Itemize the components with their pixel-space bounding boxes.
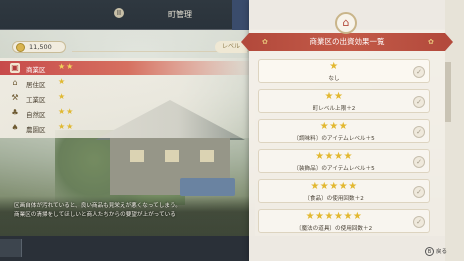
- effect-text: 〔魔法の道具〕の使用回数＋2: [295, 226, 373, 232]
- effect-text: 〔装飾品〕のアイテムレベル＋5: [293, 166, 375, 172]
- deco-flower-icon: ✿: [262, 38, 268, 46]
- check-icon: ✓: [413, 66, 425, 78]
- star-rating: ★★★★★: [310, 181, 358, 192]
- district-name: 工業区: [26, 96, 46, 104]
- house-icon: ⌂: [12, 78, 18, 87]
- star-rating: ★★★: [319, 121, 349, 132]
- effect-option[interactable]: ★★★ 〔調味料〕のアイテムレベル＋5 ✓: [258, 119, 430, 143]
- effect-text: 〔食品〕の使用回数＋2: [304, 196, 364, 202]
- shop-icon: ⌂: [335, 12, 357, 34]
- district-item-industrial[interactable]: ⚒ 工業区 ★: [0, 91, 255, 105]
- star-rating: ★★★★: [315, 151, 353, 162]
- back-label: 戻る: [436, 249, 448, 255]
- district-list: ▣ 商業区 ★★ ⌂ 居住区 ★ ⚒ 工業区 ★ ♣ 自然区 ★★ ♠ 農園区 …: [0, 58, 255, 138]
- district-name: 農園区: [26, 126, 46, 134]
- description-line: 商業区の清掃をしてほしいと商人たちからの要望が上がっている: [14, 212, 176, 218]
- star-rating: ★: [329, 61, 339, 72]
- leaf-icon: ♣: [11, 108, 19, 117]
- sprout-icon: ♠: [11, 123, 19, 132]
- star-rating: ★★★★★★: [305, 211, 363, 222]
- effect-text: なし: [328, 76, 340, 82]
- effect-option[interactable]: ★ なし ✓: [258, 59, 430, 83]
- bottom-chip: [0, 239, 22, 257]
- hammer-icon: ⚒: [11, 93, 19, 102]
- check-icon: ✓: [413, 186, 425, 198]
- check-icon: ✓: [413, 126, 425, 138]
- district-stars: ★: [58, 92, 67, 101]
- description-line: 区画自体が汚れていると、良い商品も見栄えが悪くなってしまう。: [14, 203, 181, 209]
- back-button[interactable]: B 戻る: [425, 247, 447, 256]
- deco-flower-icon: ✿: [428, 38, 434, 46]
- star-rating: ★★: [324, 91, 344, 102]
- coin-icon: [16, 43, 25, 52]
- effect-option[interactable]: ★★★★★★ 〔魔法の道具〕の使用回数＋2 ✓: [258, 209, 430, 233]
- check-icon: ✓: [413, 96, 425, 108]
- effect-option[interactable]: ★★ 町レベル上限＋2 ✓: [258, 89, 430, 113]
- district-item-commercial[interactable]: ▣ 商業区 ★★: [0, 61, 255, 75]
- popup-title: 商業区の出資効果一覧: [241, 33, 453, 51]
- check-icon: ✓: [413, 156, 425, 168]
- district-item-nature[interactable]: ♣ 自然区 ★★: [0, 106, 255, 120]
- effect-text: 町レベル上限＋2: [312, 106, 356, 112]
- district-name: 商業区: [26, 66, 46, 74]
- district-item-farm[interactable]: ♠ 農園区 ★★: [0, 121, 255, 135]
- shop-icon: ▣: [10, 63, 20, 73]
- page-title: 町管理: [168, 10, 192, 19]
- tab-bumper-icon: II: [114, 8, 124, 18]
- check-icon: ✓: [413, 216, 425, 228]
- district-description: 区画自体が汚れていると、良い商品も見栄えが悪くなってしまう。 商業区の清掃をして…: [14, 202, 250, 228]
- b-button-icon: B: [425, 247, 434, 256]
- tab-strip-blue: [232, 0, 250, 30]
- money-display: 11,500: [12, 41, 66, 53]
- effect-option[interactable]: ★★★★★ 〔食品〕の使用回数＋2 ✓: [258, 179, 430, 203]
- money-value: 11,500: [29, 43, 52, 51]
- district-stars: ★★: [58, 107, 75, 116]
- district-name: 居住区: [26, 81, 46, 89]
- district-item-residential[interactable]: ⌂ 居住区 ★: [0, 76, 255, 90]
- district-stars: ★: [58, 77, 67, 86]
- district-name: 自然区: [26, 111, 46, 119]
- effect-text: 〔調味料〕のアイテムレベル＋5: [293, 136, 375, 142]
- effect-option[interactable]: ★★★★ 〔装飾品〕のアイテムレベル＋5 ✓: [258, 149, 430, 173]
- district-stars: ★★: [58, 122, 75, 131]
- district-stars: ★★: [58, 62, 75, 71]
